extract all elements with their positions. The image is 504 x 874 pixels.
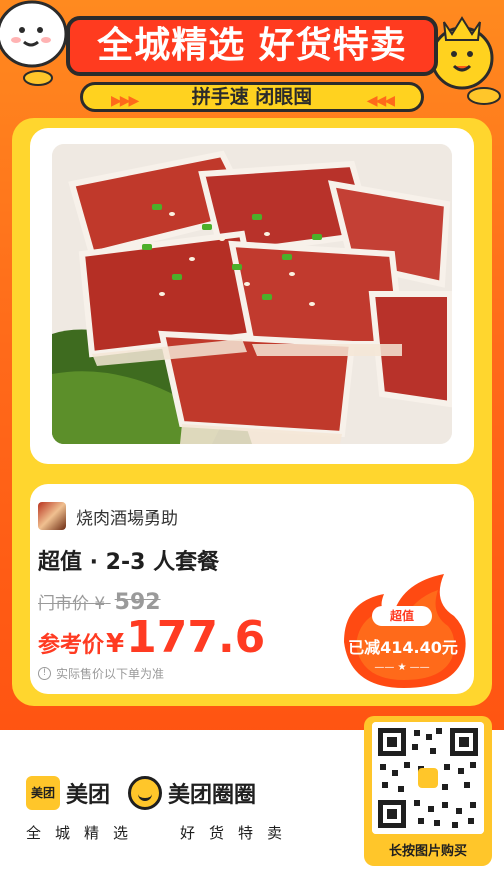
reference-price-label: 参考价 [38, 633, 105, 658]
smile-circle-icon [128, 776, 163, 810]
badge-discount: 已减414.40元 [348, 638, 458, 657]
shop-row[interactable]: 烧肉酒場勇助 [38, 502, 178, 530]
brand-row: 美团 美团 美团圈圈 [26, 776, 256, 810]
poster: 全城精选 好货特卖 ▶▶▶ 拼手速 闭眼囤 ◀◀◀ 烧肉酒場勇助 超值 · 2-… [0, 0, 504, 874]
price-note-text: 实际售价以下单为准 [56, 667, 165, 681]
qr-label: 长按图片购买 [388, 844, 467, 859]
arrows-right-icon: ◀◀◀ [366, 93, 395, 109]
slogan-right: 好货特卖 [180, 824, 297, 842]
shop-name: 烧肉酒場勇助 [76, 508, 178, 529]
price-note: ! 实际售价以下单为准 [38, 665, 164, 682]
brand-name-quanquan: 美团圈圈 [168, 783, 257, 808]
banner-title: 全城精选 好货特卖 [66, 16, 438, 76]
banner-subtitle: ▶▶▶ 拼手速 闭眼囤 ◀◀◀ [80, 82, 424, 112]
deal-photo[interactable] [52, 144, 452, 444]
banner-subtitle-text: 拼手速 闭眼囤 [191, 86, 313, 108]
info-icon: ! [38, 667, 51, 680]
original-price-label: 门市价 [38, 594, 89, 614]
badge-decoration: —— ★ —— [374, 662, 430, 673]
reference-price-currency: ¥ [106, 629, 125, 659]
badge-tag: 超值 [372, 606, 432, 626]
header-banner: 全城精选 好货特卖 ▶▶▶ 拼手速 闭眼囤 ◀◀◀ [66, 8, 438, 112]
reference-price-value: 177.6 [126, 612, 266, 663]
arrows-left-icon: ▶▶▶ [111, 93, 139, 109]
slogan-left: 全城精选 [26, 824, 143, 842]
deal-title: 超值 · 2-3 人套餐 [38, 550, 220, 575]
meituan-logo-icon: 美团 [26, 776, 60, 810]
brand-name: 美团 [66, 783, 111, 808]
original-price-currency: ¥ [94, 594, 106, 614]
shop-avatar [38, 502, 66, 530]
qr-code-icon[interactable] [372, 722, 484, 834]
reference-price: 参考价 ¥ 177.6 [38, 612, 265, 663]
